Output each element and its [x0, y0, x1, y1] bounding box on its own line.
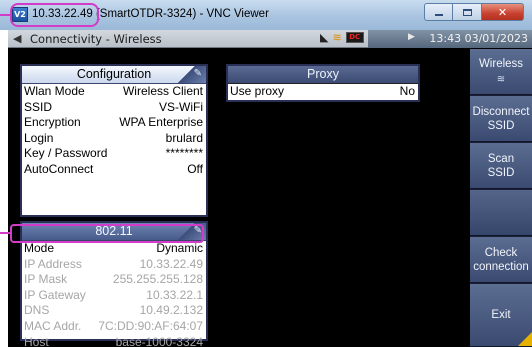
callout-connector-ip — [0, 232, 10, 234]
wifi-icon: ≋ — [496, 73, 506, 85]
proxy-title: Proxy — [307, 67, 339, 81]
softkey-check-connection[interactable]: Check connection — [470, 237, 532, 283]
back-arrow-icon[interactable]: ◀ — [13, 32, 21, 45]
maximize-button[interactable] — [453, 3, 482, 21]
row-label: DNS — [24, 303, 50, 318]
dot11-row: IP Gateway 10.33.22.1 — [22, 288, 206, 304]
maximize-icon — [462, 8, 472, 16]
proxy-panel-header: Proxy — [228, 66, 418, 84]
softkey-empty[interactable] — [470, 190, 532, 236]
softkey-label: connection — [473, 260, 529, 273]
softkey-label: Wireless — [478, 57, 524, 70]
softkey-disconnect-ssid[interactable]: Disconnect SSID — [470, 96, 532, 142]
row-label: Wlan Mode — [24, 84, 85, 98]
ip-title-callout — [10, 3, 99, 27]
network-icon: ◣ — [320, 31, 329, 44]
row-label: SSID — [24, 99, 53, 114]
row-value: base-1000-3324 — [115, 334, 203, 347]
config-row: Encryption WPA Enterprise — [22, 115, 206, 131]
battery-icon: DC — [345, 32, 364, 43]
device-screen: ◀ Connectivity - Wireless ◣ ≋ DC ▶ 13:43… — [8, 30, 532, 347]
row-value: Dynamic — [156, 241, 203, 255]
softkey-column: Wireless ≋ Disconnect SSID Scan SSID Che… — [470, 49, 532, 347]
softkey-label: Exit — [491, 309, 511, 321]
row-label: AutoConnect — [24, 161, 94, 176]
row-label: Encryption — [24, 115, 81, 130]
row-label: IP Mask — [24, 272, 68, 287]
row-value: 7C:DD:90:AF:64:07 — [98, 318, 203, 333]
device-header: ◀ Connectivity - Wireless ◣ ≋ DC ▶ 13:43… — [8, 30, 532, 48]
row-value: 10.49.2.132 — [139, 303, 203, 318]
row-label: IP Gateway — [24, 287, 86, 302]
dot11-row: IP Address 10.33.22.49 — [22, 257, 206, 273]
row-value: 10.33.22.1 — [146, 287, 203, 302]
row-label: Host — [24, 334, 49, 347]
dot11-row: Host base-1000-3324 — [22, 335, 206, 347]
row-label: MAC Addr. — [24, 318, 82, 333]
proxy-panel[interactable]: Proxy Use proxy No — [226, 64, 420, 102]
time-bar: ▶ 13:43 03/01/2023 — [368, 30, 532, 48]
softkey-label: SSID — [487, 166, 515, 179]
status-icons: ◣ ≋ DC — [320, 31, 364, 44]
configuration-panel[interactable]: Configuration ✎ Wlan Mode Wireless Client… — [20, 64, 208, 217]
dot11-row: IP Mask 255.255.255.128 — [22, 272, 206, 288]
corner-arrow-icon — [518, 332, 532, 346]
row-value: No — [399, 84, 415, 98]
ip-address-callout — [10, 224, 204, 243]
row-label: Mode — [24, 241, 55, 255]
dot11-row: MAC Addr. 7C:DD:90:AF:64:07 — [22, 319, 206, 335]
dot11-row: Mode Dynamic — [22, 241, 206, 257]
close-button[interactable]: ✕ — [482, 3, 524, 21]
softkey-wireless[interactable]: Wireless ≋ — [470, 49, 532, 95]
softkey-label: Check — [484, 246, 518, 259]
row-label: Use proxy — [230, 84, 285, 98]
row-value: WPA Enterprise — [119, 115, 203, 130]
configuration-panel-header: Configuration ✎ — [22, 66, 206, 84]
row-label: Login — [24, 130, 54, 145]
config-row: SSID VS-WiFi — [22, 100, 206, 116]
row-value: 10.33.22.49 — [139, 256, 203, 271]
close-icon: ✕ — [497, 5, 508, 19]
row-value: brulard — [165, 130, 203, 145]
page-title: Connectivity - Wireless — [30, 32, 162, 46]
row-label: IP Address — [24, 256, 82, 271]
play-icon: ▶ — [408, 32, 415, 42]
row-value: VS-WiFi — [159, 99, 203, 114]
config-row: Wlan Mode Wireless Client — [22, 84, 206, 100]
row-value: Wireless Client — [122, 84, 203, 98]
config-row: AutoConnect Off — [22, 162, 206, 178]
dot11-row: DNS 10.49.2.132 — [22, 303, 206, 319]
softkey-label: Disconnect — [472, 105, 530, 118]
config-row: Login brulard — [22, 131, 206, 147]
row-value: 255.255.255.128 — [112, 272, 203, 287]
window-controls: ✕ — [424, 3, 524, 21]
callout-connector-top — [0, 14, 10, 16]
softkey-scan-ssid[interactable]: Scan SSID — [470, 143, 532, 189]
softkey-label: SSID — [487, 119, 515, 132]
softkey-label: Scan — [487, 152, 515, 165]
row-value: ******** — [165, 146, 203, 161]
softkey-exit[interactable]: Exit — [470, 284, 532, 347]
config-row: Key / Password ******** — [22, 146, 206, 162]
panel-corner-icon: ✎ — [176, 66, 206, 83]
row-value: Off — [187, 161, 203, 176]
minimize-icon — [434, 14, 443, 16]
clock: 13:43 03/01/2023 — [429, 32, 528, 45]
proxy-row: Use proxy No — [228, 84, 418, 100]
wifi-status-icon: ≋ — [332, 31, 342, 44]
configuration-rows: Wlan Mode Wireless Client SSID VS-WiFi Enc… — [22, 84, 206, 178]
minimize-button[interactable] — [424, 3, 453, 21]
configuration-title: Configuration — [76, 67, 152, 81]
row-label: Key / Password — [24, 146, 108, 161]
vnc-titlebar: V2 10.33.22.49 (SmartOTDR-3324) - VNC Vi… — [0, 0, 532, 30]
